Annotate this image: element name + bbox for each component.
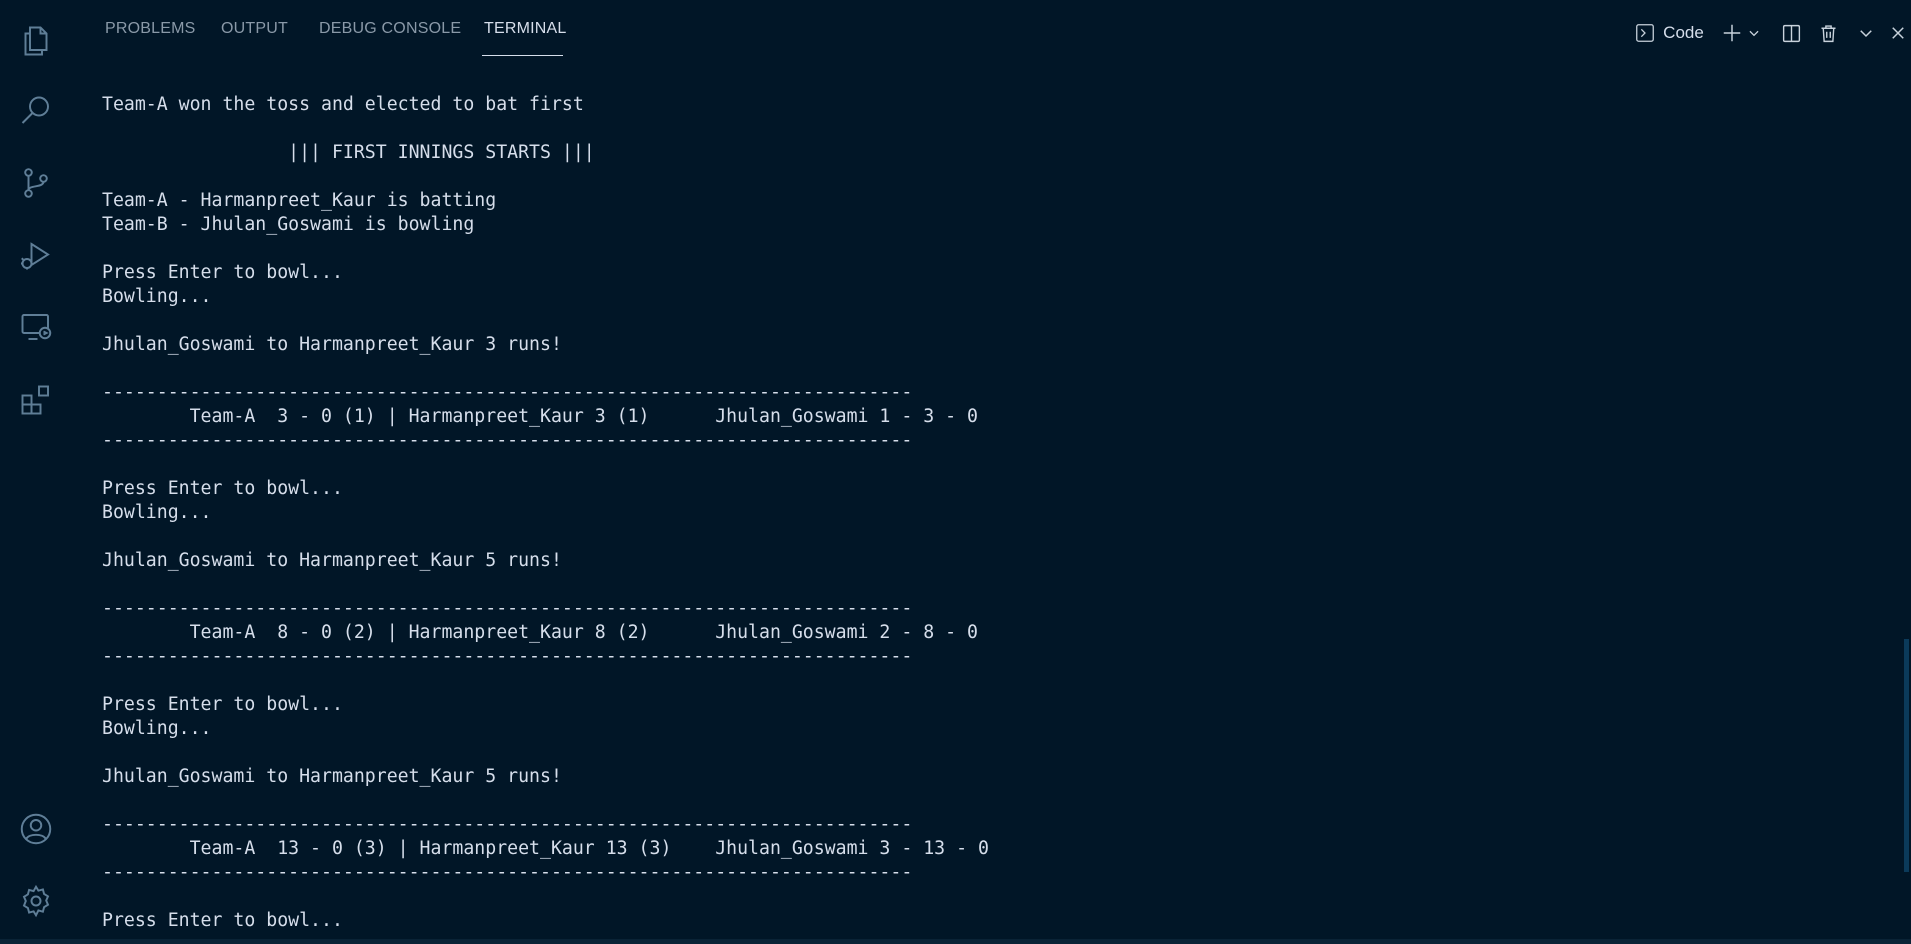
terminal-line: Jhulan_Goswami to Harmanpreet_Kaur 3 run… <box>102 334 562 355</box>
plus-icon <box>1721 22 1743 44</box>
close-icon <box>1889 24 1907 42</box>
terminal-output[interactable]: Team-A won the toss and elected to bat f… <box>102 93 1882 944</box>
terminal-line: Team-A 8 - 0 (2) | Harmanpreet_Kaur 8 (2… <box>102 622 978 643</box>
terminal-line: Jhulan_Goswami to Harmanpreet_Kaur 5 run… <box>102 550 562 571</box>
terminal-line: Team-A - Harmanpreet_Kaur is batting <box>102 190 497 211</box>
kill-terminal-button[interactable] <box>1815 18 1841 48</box>
terminal-line: ----------------------------------------… <box>102 646 913 667</box>
terminal-icon <box>1634 22 1656 44</box>
tab-output[interactable]: OUTPUT <box>221 20 288 38</box>
terminal-line: Bowling... <box>102 286 212 307</box>
split-terminal-button[interactable] <box>1778 18 1804 48</box>
explorer-icon[interactable] <box>17 22 55 60</box>
terminal-line: ||| FIRST INNINGS STARTS ||| <box>102 142 595 163</box>
run-debug-icon[interactable] <box>17 237 55 275</box>
terminal-line: Press Enter to bowl... <box>102 478 343 499</box>
tab-terminal[interactable]: TERMINAL <box>484 20 567 38</box>
terminal-line: Team-A 13 - 0 (3) | Harmanpreet_Kaur 13 … <box>102 838 989 859</box>
terminal-line: Press Enter to bowl... <box>102 694 343 715</box>
vscode-window: PROBLEMS OUTPUT DEBUG CONSOLE TERMINAL C… <box>0 0 1911 944</box>
close-panel-button[interactable] <box>1885 18 1911 48</box>
remote-explorer-icon[interactable] <box>17 308 55 346</box>
search-icon[interactable] <box>17 92 55 130</box>
terminal-profile-label: Code <box>1663 23 1704 42</box>
terminal-line: ----------------------------------------… <box>102 814 913 835</box>
chevron-down-icon <box>1747 26 1761 40</box>
account-icon[interactable] <box>17 810 55 848</box>
terminal-line: ----------------------------------------… <box>102 382 913 403</box>
terminal-profile-button[interactable]: Code <box>1627 18 1711 48</box>
terminal-line: Press Enter to bowl... <box>102 910 343 931</box>
scrollbar-thumb[interactable] <box>1904 639 1909 872</box>
split-icon <box>1781 23 1802 44</box>
panel-header: PROBLEMS OUTPUT DEBUG CONSOLE TERMINAL C… <box>72 0 1911 64</box>
terminal-line: Press Enter to bowl... <box>102 262 343 283</box>
terminal-line: Team-A 3 - 0 (1) | Harmanpreet_Kaur 3 (1… <box>102 406 978 427</box>
terminal-line: ----------------------------------------… <box>102 430 913 451</box>
tab-debug-console[interactable]: DEBUG CONSOLE <box>319 20 461 38</box>
activity-bar <box>0 0 72 944</box>
terminal-line: Team-B - Jhulan_Goswami is bowling <box>102 214 475 235</box>
source-control-icon[interactable] <box>17 164 55 202</box>
new-terminal-button[interactable] <box>1719 18 1745 48</box>
terminal-line: Team-A won the toss and elected to bat f… <box>102 94 584 115</box>
extensions-icon[interactable] <box>17 381 55 419</box>
launch-profile-dropdown[interactable] <box>1745 18 1763 48</box>
tab-problems[interactable]: PROBLEMS <box>105 20 196 38</box>
trash-icon <box>1818 23 1839 44</box>
chevron-down-icon <box>1857 24 1875 42</box>
terminal-line: Jhulan_Goswami to Harmanpreet_Kaur 5 run… <box>102 766 562 787</box>
maximize-panel-button[interactable] <box>1853 18 1879 48</box>
panel-toolbar: Code <box>1627 18 1911 48</box>
active-tab-indicator <box>482 55 563 56</box>
terminal-line: Bowling... <box>102 502 212 523</box>
manage-gear-icon[interactable] <box>17 882 55 920</box>
terminal-line: ----------------------------------------… <box>102 598 913 619</box>
terminal-line: ----------------------------------------… <box>102 862 913 883</box>
terminal-line: Bowling... <box>102 718 212 739</box>
horizontal-scrollbar <box>0 939 1911 944</box>
